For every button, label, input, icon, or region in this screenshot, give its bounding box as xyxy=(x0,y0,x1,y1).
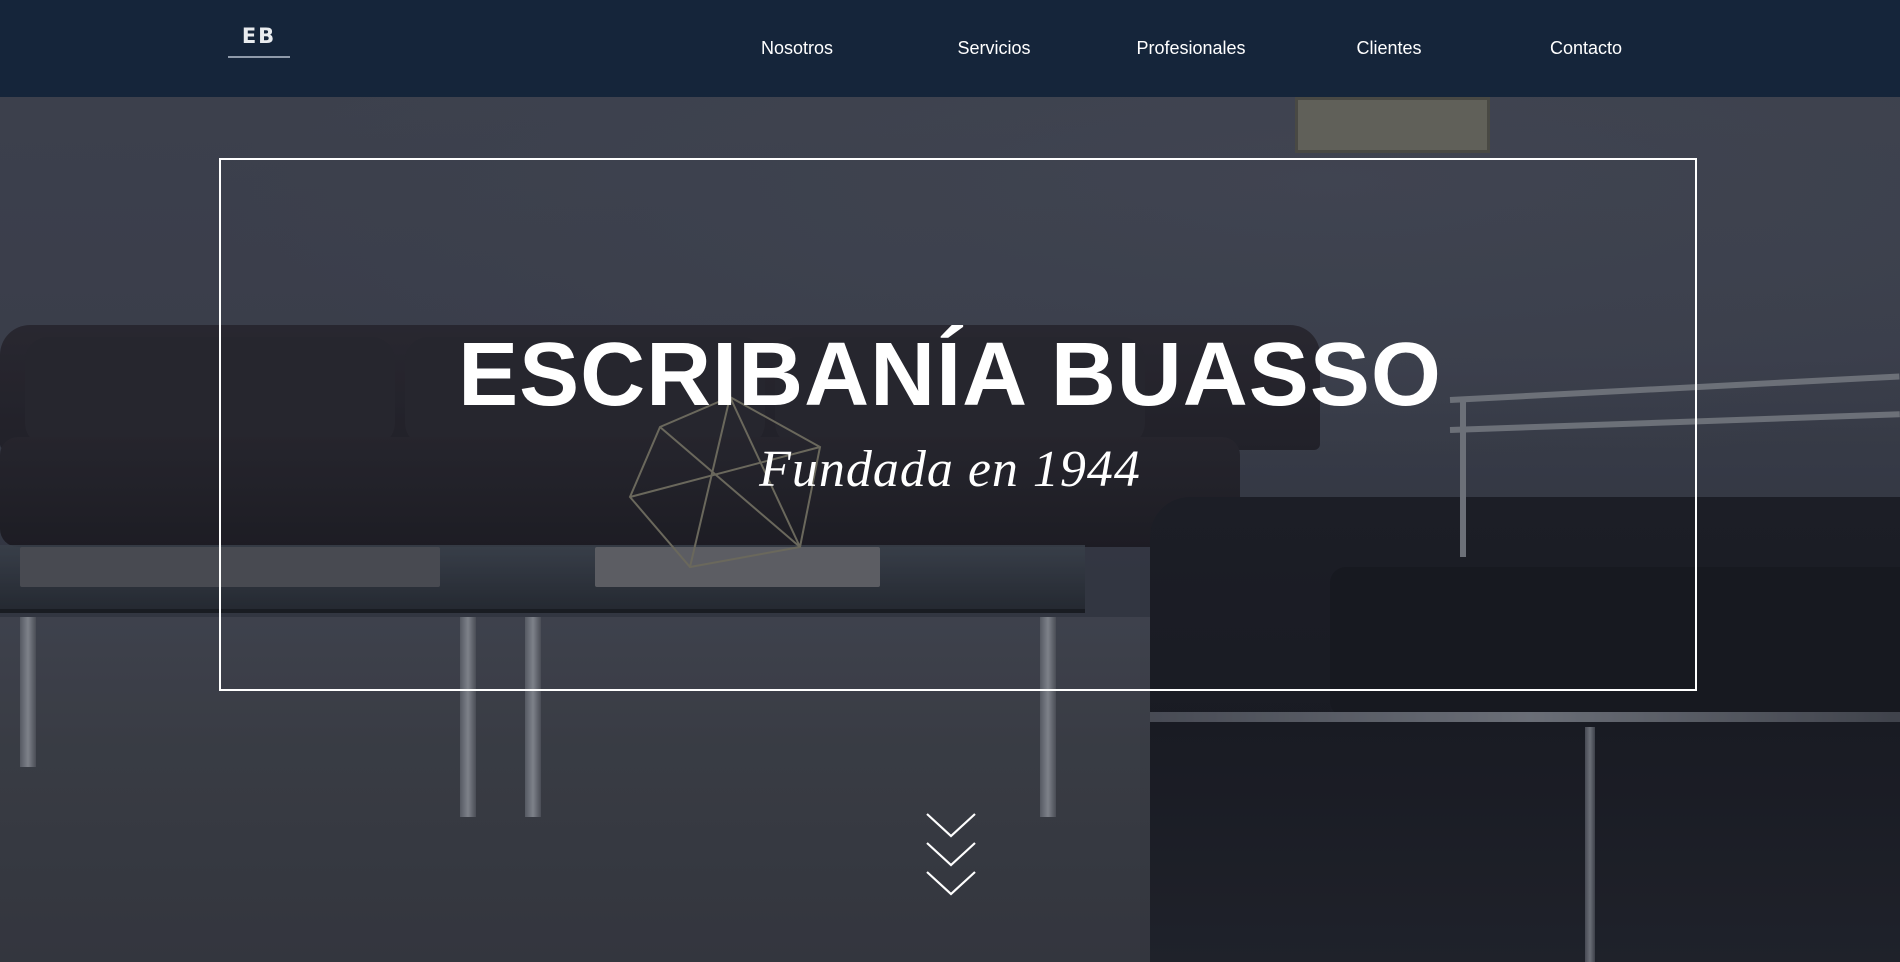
scroll-down-button[interactable] xyxy=(925,812,977,898)
top-navbar: EB Nosotros Servicios Profesionales Clie… xyxy=(0,0,1900,97)
nav-link-contacto[interactable]: Contacto xyxy=(1550,36,1622,60)
nav-link-nosotros[interactable]: Nosotros xyxy=(761,36,833,60)
nav-link-clientes[interactable]: Clientes xyxy=(1356,36,1421,60)
logo-underline xyxy=(228,56,290,58)
nav-link-servicios[interactable]: Servicios xyxy=(957,36,1030,60)
logo[interactable]: EB xyxy=(228,22,290,60)
logo-text: EB xyxy=(241,24,277,48)
hero-title: ESCRIBANÍA BUASSO xyxy=(458,325,1442,425)
hero-subtitle: Fundada en 1944 xyxy=(759,441,1141,498)
triple-chevron-down-icon xyxy=(926,813,976,896)
nav-link-profesionales[interactable]: Profesionales xyxy=(1136,36,1245,60)
